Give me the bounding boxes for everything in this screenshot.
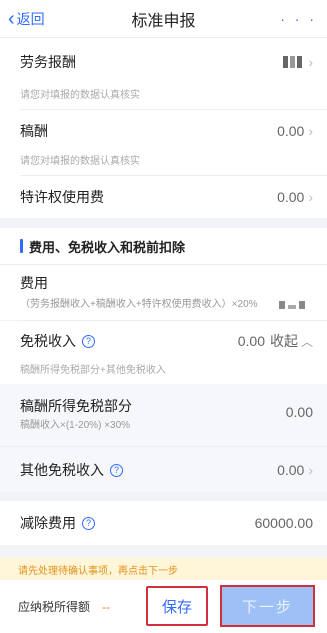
- royalty-exempt-label: 稿酬所得免税部分: [20, 398, 132, 414]
- royalty-income-label: 稿酬: [20, 123, 48, 139]
- fee-label: 费用: [20, 275, 48, 291]
- exempt-income-label: 免税收入: [20, 333, 76, 349]
- chevron-right-icon: ›: [308, 189, 313, 205]
- deduction-label: 减除费用: [20, 515, 76, 531]
- fee-block: 费用 （劳务报酬收入+稿酬收入+特许权使用费收入）×20%: [0, 265, 327, 320]
- income-card: 劳务报酬 › 请您对填报的数据认真核实 稿酬 0.00 › 请您对填报的数据认真…: [0, 38, 327, 218]
- save-button[interactable]: 保存: [146, 586, 208, 626]
- exempt-income-value: 0.00: [237, 333, 265, 349]
- masked-value: [279, 301, 305, 309]
- more-menu-icon[interactable]: · · ·: [280, 0, 317, 38]
- taxable-income-label: 应纳税所得额: [18, 600, 91, 614]
- section-gap: [0, 492, 327, 501]
- exempt-income-row[interactable]: 免税收入 ? 0.00 收起 ︿: [0, 321, 327, 361]
- royalty-exempt-block: 稿酬所得免税部分 稿酬收入×(1-20%) ×30% 0.00: [0, 384, 327, 446]
- other-exempt-value: 0.00: [277, 462, 305, 478]
- labor-income-hint: 请您对填报的数据认真核实: [20, 90, 140, 101]
- labor-income-value: ›: [283, 54, 313, 70]
- exempt-income-formula: 稿酬所得免税部分+其他免税收入: [20, 365, 166, 376]
- chevron-up-icon: ︿: [300, 334, 313, 349]
- help-icon[interactable]: ?: [110, 463, 123, 477]
- taxable-income-value: --: [102, 599, 111, 614]
- page-title: 标准申报: [131, 12, 196, 30]
- other-exempt-row[interactable]: 其他免税收入 ? 0.00 ›: [0, 446, 327, 492]
- franchise-fee-value: 0.00: [277, 189, 305, 205]
- royalty-income-value: 0.00: [277, 123, 305, 139]
- next-step-button[interactable]: 下一步: [220, 585, 315, 627]
- labor-income-label: 劳务报酬: [20, 54, 76, 70]
- labor-income-row[interactable]: 劳务报酬 ›: [0, 38, 327, 86]
- chevron-right-icon: ›: [308, 462, 313, 478]
- royalty-income-row[interactable]: 稿酬 0.00 ›: [0, 110, 327, 152]
- section-title: 费用、免税收入和税前扣除: [29, 239, 186, 255]
- royalty-income-hint: 请您对填报的数据认真核实: [20, 156, 140, 167]
- collapse-toggle[interactable]: 收起: [270, 331, 298, 351]
- franchise-fee-row[interactable]: 特许权使用费 0.00 ›: [0, 176, 327, 218]
- section-header: 费用、免税收入和税前扣除: [0, 228, 327, 264]
- deduction-value: 60000.00: [254, 515, 313, 531]
- other-exempt-label: 其他免税收入: [20, 462, 104, 478]
- franchise-fee-label: 特许权使用费: [20, 189, 104, 205]
- footer-bar: 应纳税所得额 -- 保存 下一步: [0, 580, 327, 633]
- section-gap: [0, 218, 327, 228]
- help-icon[interactable]: ?: [82, 516, 95, 530]
- section-accent-bar: [20, 239, 23, 253]
- help-icon[interactable]: ?: [82, 334, 95, 348]
- chevron-left-icon: ‹: [8, 8, 15, 30]
- nav-bar: ‹ 返回 标准申报 · · ·: [0, 0, 327, 38]
- deduction-row: 减除费用 ? 60000.00: [0, 501, 327, 545]
- deduction-block: 减除费用 ? 60000.00: [0, 501, 327, 545]
- chevron-right-icon: ›: [308, 123, 313, 139]
- chevron-right-icon: ›: [308, 54, 313, 70]
- royalty-exempt-formula: 稿酬收入×(1-20%) ×30%: [20, 420, 131, 431]
- exempt-income-block: 免税收入 ? 0.00 收起 ︿ 稿酬所得免税部分+其他免税收入: [0, 321, 327, 384]
- back-label: 返回: [16, 11, 45, 27]
- masked-value: [283, 56, 303, 68]
- fee-formula: （劳务报酬收入+稿酬收入+特许权使用费收入）×20%: [20, 299, 258, 310]
- back-button[interactable]: ‹ 返回: [8, 0, 45, 38]
- royalty-exempt-value: 0.00: [285, 403, 313, 420]
- warning-banner: 请先处理待确认事项，再点击下一步: [0, 558, 327, 580]
